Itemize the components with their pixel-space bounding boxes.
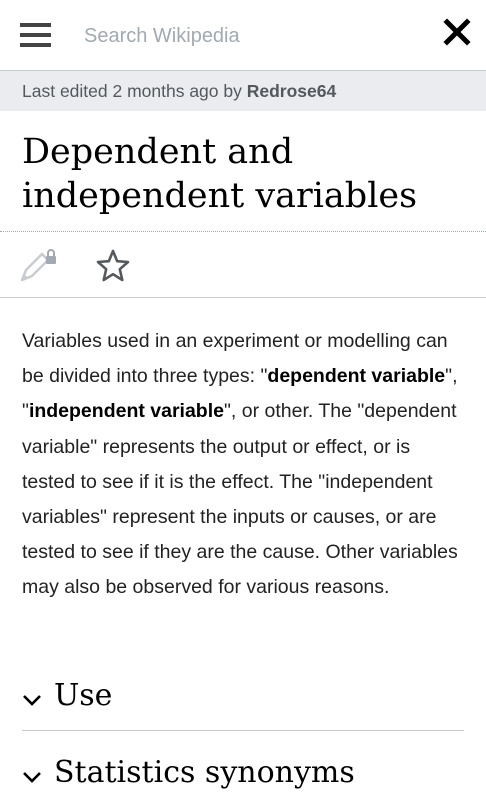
intro-text: ", or other. The "dependent variable" re… [22,400,458,599]
top-header [0,0,486,71]
menu-bar [20,23,51,27]
bold-term-independent-variable: independent variable [28,400,224,423]
bold-term-dependent-variable: dependent variable [267,365,446,388]
hamburger-menu-icon[interactable] [20,21,52,49]
last-edited-prefix: Last edited 2 months ago by [22,81,247,101]
intro-paragraph: Variables used in an experiment or model… [22,324,466,606]
last-editor-link[interactable]: Redrose64 [247,81,337,101]
chevron-down-icon [23,772,41,783]
last-edited-banner[interactable]: Last edited 2 months ago by Redrose64 [0,71,486,111]
last-edited-text: Last edited 2 months ago by Redrose64 [22,81,336,102]
section-use[interactable]: Use [22,670,464,731]
search-input[interactable] [84,20,414,52]
menu-bar [20,33,51,37]
menu-bar [20,43,51,47]
chevron-down-icon [23,695,41,706]
pencil-locked-icon[interactable] [18,248,58,284]
star-icon[interactable] [95,248,131,284]
section-heading: Use [54,678,113,713]
close-icon[interactable] [441,16,473,48]
section-statistics-synonyms[interactable]: Statistics synonyms [22,747,464,807]
section-heading: Statistics synonyms [54,755,355,790]
page-title: Dependent and independent variables [22,132,418,216]
page-actions [0,232,486,298]
